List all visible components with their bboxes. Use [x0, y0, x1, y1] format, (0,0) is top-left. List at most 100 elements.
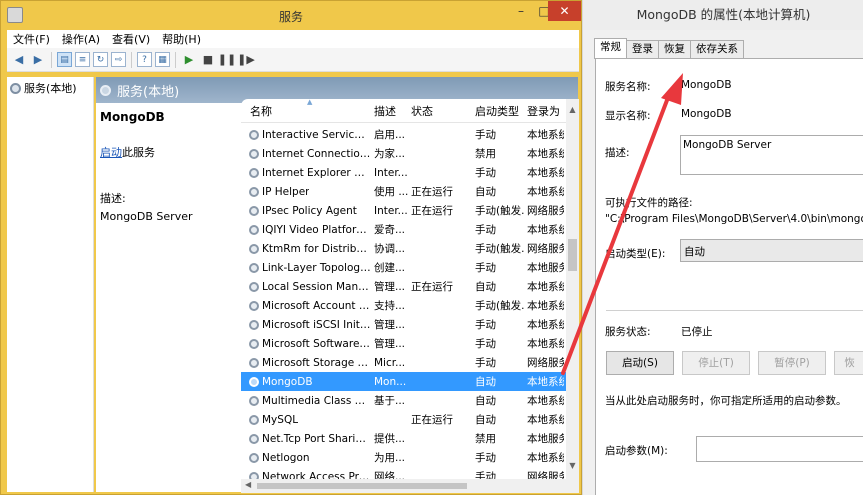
tab-recovery[interactable]: 恢复	[658, 40, 691, 58]
startup-type-dropdown[interactable]: 自动	[680, 239, 863, 262]
tab-dependencies[interactable]: 依存关系	[690, 40, 744, 58]
column-header-description[interactable]: 描述	[371, 103, 408, 119]
resume-button[interactable]: 恢	[834, 351, 863, 375]
service-name: Link-Layer Topology Disc...	[262, 261, 371, 274]
service-row[interactable]: Microsoft Account Sign-i...支持... 手动(触发...…	[241, 296, 566, 315]
service-name-cell: Net.Tcp Port Sharing Ser...	[241, 433, 371, 445]
service-name: MongoDB	[262, 375, 313, 388]
service-status-label: 服务状态:	[605, 326, 651, 338]
service-row[interactable]: Microsoft iSCSI Initiator ...管理... 手动 本地系统	[241, 315, 566, 334]
details-view-icon[interactable]: ≡	[75, 52, 90, 67]
column-header-startup-type[interactable]: 启动类型	[472, 103, 524, 119]
scroll-down-arrow-icon[interactable]: ▼	[566, 461, 579, 470]
service-logon: 本地系统	[527, 376, 564, 388]
service-name: Multimedia Class Schedu...	[262, 394, 371, 407]
tab-general[interactable]: 常规	[594, 38, 627, 59]
console-tree: 服务(本地)	[7, 77, 94, 492]
service-row[interactable]: Interactive Services Dete...启用... 手动 本地系统	[241, 125, 566, 144]
service-row[interactable]: Internet Explorer ETW C...Inter... 手动 本地系统	[241, 163, 566, 182]
column-header-status[interactable]: 状态	[408, 103, 472, 119]
service-logon: 本地系统	[527, 148, 564, 160]
scroll-left-arrow-icon[interactable]: ◀	[245, 480, 251, 489]
scroll-thumb[interactable]	[257, 483, 467, 489]
service-gear-icon	[249, 243, 259, 254]
forward-arrow-icon[interactable]: ▶	[30, 52, 46, 68]
service-desc: 管理...	[374, 338, 406, 350]
service-name: IQIYI Video Platform Ser...	[262, 223, 371, 236]
service-status: 正在运行	[411, 281, 453, 293]
service-row[interactable]: Netlogon 为用... 手动 本地系统	[241, 448, 566, 467]
menu-action[interactable]: 操作(A)	[62, 31, 100, 47]
refresh-icon[interactable]: ↻	[93, 52, 108, 67]
horizontal-scrollbar[interactable]: ◀	[241, 479, 566, 493]
tree-node-label: 服务(本地)	[24, 82, 77, 95]
startup-params-input[interactable]	[696, 436, 863, 462]
service-row[interactable]: Link-Layer Topology Disc...创建... 手动 本地服务	[241, 258, 566, 277]
tree-node-services-local[interactable]: 服务(本地)	[7, 77, 93, 96]
start-button[interactable]: 启动(S)	[606, 351, 674, 375]
startup-type-label: 启动类型(E):	[605, 248, 666, 260]
service-gear-icon	[249, 205, 259, 216]
service-row-selected[interactable]: MongoDB Mon... 自动 本地系统	[241, 372, 566, 391]
start-service-link[interactable]: 启动	[100, 146, 122, 159]
start-service-suffix: 此服务	[122, 146, 155, 159]
export-list-icon[interactable]: ⇨	[111, 52, 126, 67]
column-header-name[interactable]: 名称	[241, 103, 371, 119]
details-pane: 服务(本地) MongoDB 启动此服务 描述: MongoDB Server …	[96, 77, 579, 493]
close-button[interactable]: ✕	[548, 1, 581, 21]
exe-path-value: "C:\Program Files\MongoDB\Server\4.0\bin…	[605, 213, 863, 225]
description-box[interactable]: MongoDB Server	[680, 135, 863, 175]
service-row[interactable]: Internet Connection Shari...为家... 禁用 本地系统	[241, 144, 566, 163]
extended-description: MongoDB 启动此服务 描述: MongoDB Server	[100, 107, 240, 223]
toolbar-separator	[175, 51, 176, 68]
scroll-up-arrow-icon[interactable]: ▲	[566, 105, 579, 114]
menu-file[interactable]: 文件(F)	[13, 31, 50, 47]
menu-help[interactable]: 帮助(H)	[162, 31, 201, 47]
service-row[interactable]: Net.Tcp Port Sharing Ser...提供... 禁用 本地服务	[241, 429, 566, 448]
start-service-icon[interactable]: ▶	[181, 52, 197, 68]
back-arrow-icon[interactable]: ◀	[11, 52, 27, 68]
properties-icon[interactable]: ▦	[155, 52, 170, 67]
service-logon: 本地系统	[527, 186, 564, 198]
restart-service-icon[interactable]: ❚▶	[237, 52, 255, 68]
service-row[interactable]: Microsoft Storage Space...Micr... 手动 网络服务	[241, 353, 566, 372]
sort-ascending-icon: ▲	[307, 99, 313, 106]
vertical-scrollbar[interactable]: ▲ ▼	[566, 99, 579, 493]
service-rows: Interactive Services Dete...启用...手动本地系统 …	[241, 125, 566, 486]
service-startup: 自动	[475, 376, 496, 388]
service-desc: 支持...	[374, 300, 406, 312]
gear-icon	[10, 82, 21, 94]
service-row[interactable]: Local Session Manager 管理... 正在运行 自动 本地系统	[241, 277, 566, 296]
service-row[interactable]: IQIYI Video Platform Ser...爱奇... 手动 本地系统	[241, 220, 566, 239]
properties-title[interactable]: MongoDB 的属性(本地计算机)	[583, 0, 863, 30]
service-startup: 禁用	[475, 148, 496, 160]
service-row[interactable]: MySQL 正在运行 自动 本地系统	[241, 410, 566, 429]
services-titlebar[interactable]: 服务 – □ ✕	[1, 1, 581, 30]
service-name-value: MongoDB	[681, 79, 732, 91]
menu-view[interactable]: 查看(V)	[112, 31, 150, 47]
service-logon: 网络服务	[527, 243, 564, 255]
pause-button[interactable]: 暂停(P)	[758, 351, 826, 375]
service-name: Microsoft Software Shad...	[262, 337, 371, 350]
stop-service-icon[interactable]: ■	[200, 52, 216, 68]
minimize-button[interactable]: –	[509, 1, 533, 21]
scroll-thumb[interactable]	[568, 239, 577, 271]
service-row[interactable]: KtmRm for Distributed Tr...协调... 手动(触发...…	[241, 239, 566, 258]
tab-logon[interactable]: 登录	[626, 40, 659, 58]
console-tree-icon[interactable]: ▤	[57, 52, 72, 67]
column-header-logon-as[interactable]: 登录为	[524, 103, 564, 119]
service-row[interactable]: IP Helper 使用 ... 正在运行 自动 本地系统	[241, 182, 566, 201]
service-row[interactable]: Multimedia Class Schedu...基于... 自动 本地系统	[241, 391, 566, 410]
service-name-cell: IPsec Policy Agent	[241, 205, 371, 217]
service-row[interactable]: IPsec Policy Agent Inter...正在运行 手动(触发...网络…	[241, 201, 566, 220]
services-window: 服务 – □ ✕ 文件(F) 操作(A) 查看(V) 帮助(H) ◀ ▶ ▤ ≡…	[0, 0, 582, 495]
pause-service-icon[interactable]: ❚❚	[218, 52, 236, 68]
service-logon: 网络服务	[527, 205, 564, 217]
service-desc: Inter...	[374, 204, 408, 217]
service-row[interactable]: Microsoft Software Shad...管理... 手动 本地系统	[241, 334, 566, 353]
stop-button[interactable]: 停止(T)	[682, 351, 750, 375]
service-name: Microsoft Storage Space...	[262, 356, 371, 369]
service-gear-icon	[249, 167, 259, 178]
service-startup: 手动	[475, 167, 496, 179]
help-icon[interactable]: ?	[137, 52, 152, 67]
